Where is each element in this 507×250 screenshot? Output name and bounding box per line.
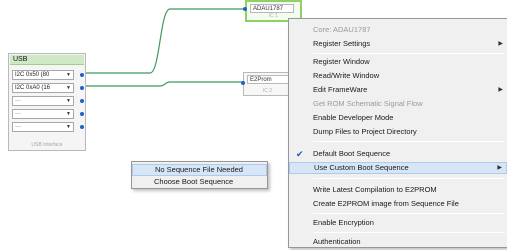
chip-id-label: IC 2 [262, 88, 273, 94]
usb-port-label: I2C 0x50 (80 [15, 72, 50, 78]
dropdown-icon: ▼ [66, 111, 71, 117]
usb-output-pin[interactable] [80, 86, 84, 90]
usb-port-i2c-0x50[interactable]: I2C 0x50 (80 ▼ [12, 70, 74, 80]
menu-item-register-window[interactable]: Register Window [289, 56, 507, 68]
menu-item-dump-files[interactable]: Dump Files to Project Directory [289, 126, 507, 138]
menu-separator [313, 178, 505, 179]
usb-port-empty[interactable]: --- ▼ [12, 109, 74, 119]
menu-separator [313, 53, 505, 54]
menu-item-default-boot-sequence[interactable]: ✔ Default Boot Sequence [289, 148, 507, 160]
submenu-arrow-icon: ▶ [498, 87, 503, 93]
chip-name-field[interactable]: E2Prom [247, 75, 291, 84]
menu-item-authentication[interactable]: Authentication [289, 236, 507, 248]
context-menu: Core: ADAU1787 Register Settings ▶ Regis… [288, 18, 507, 248]
submenu-arrow-icon: ▶ [498, 41, 503, 47]
usb-port-empty[interactable]: --- ▼ [12, 96, 74, 106]
dropdown-icon: ▼ [66, 98, 71, 104]
menu-item-write-latest-compilation[interactable]: Write Latest Compilation to E2PROM [289, 184, 507, 196]
usb-port-empty[interactable]: --- ▼ [12, 122, 74, 132]
menu-item-use-custom-boot-sequence[interactable]: Use Custom Boot Sequence ▶ [289, 162, 507, 174]
usb-output-pin[interactable] [80, 73, 84, 77]
menu-separator [313, 141, 505, 142]
dropdown-icon: ▼ [66, 85, 71, 91]
usb-port-label: I2C 0xA0 (16 [15, 85, 51, 91]
menu-item-create-e2prom-image[interactable]: Create E2PROM image from Sequence File [289, 198, 507, 210]
submenu-item-no-sequence-file[interactable]: No Sequence File Needed [132, 164, 267, 176]
menu-item-read-write-window[interactable]: Read/Write Window [289, 70, 507, 82]
boot-sequence-submenu: No Sequence File Needed Choose Boot Sequ… [131, 161, 268, 189]
menu-item-label: Register Settings [313, 39, 371, 48]
e2prom-block[interactable]: E2Prom IC 2 [241, 72, 292, 96]
menu-item-register-settings[interactable]: Register Settings ▶ [289, 38, 507, 50]
menu-item-enable-encryption[interactable]: Enable Encryption [289, 217, 507, 229]
menu-item-edit-frameware[interactable]: Edit FrameWare ▶ [289, 84, 507, 96]
usb-block-footer: USB Interface [31, 142, 63, 148]
submenu-arrow-icon: ▶ [497, 165, 502, 171]
wire-usb-to-adau [79, 8, 247, 74]
menu-item-label: Default Boot Sequence [313, 149, 391, 158]
chip-name-field[interactable]: ADAU1787 [250, 4, 294, 13]
usb-block-title: USB [10, 55, 84, 65]
menu-item-enable-developer-mode[interactable]: Enable Developer Mode [289, 112, 507, 124]
wire-usb-to-e2prom [79, 81, 245, 87]
usb-port-label: --- [15, 111, 21, 117]
usb-output-pin[interactable] [80, 125, 84, 129]
usb-output-pin[interactable] [80, 99, 84, 103]
usb-port-i2c-0xa0[interactable]: I2C 0xA0 (16 ▼ [12, 83, 74, 93]
submenu-item-choose-boot-sequence[interactable]: Choose Boot Sequence [132, 176, 267, 188]
dropdown-icon: ▼ [66, 124, 71, 130]
check-icon: ✔ [296, 149, 304, 159]
menu-separator [313, 232, 505, 233]
menu-item-label: Use Custom Boot Sequence [314, 163, 409, 172]
usb-interface-block[interactable]: USB I2C 0x50 (80 ▼ I2C 0xA0 (16 ▼ --- ▼ … [8, 53, 86, 151]
menu-item-get-rom-schematic: Get ROM Schematic Signal Flow [313, 99, 423, 108]
menu-item-label: Edit FrameWare [313, 85, 368, 94]
usb-port-label: --- [15, 124, 21, 130]
menu-item-core-label: Core: ADAU1787 [313, 25, 371, 34]
menu-separator [313, 213, 505, 214]
dropdown-icon: ▼ [66, 72, 71, 78]
usb-output-pin[interactable] [80, 112, 84, 116]
chip-input-pin[interactable] [241, 81, 245, 85]
usb-port-label: --- [15, 98, 21, 104]
chip-input-pin[interactable] [243, 7, 247, 11]
